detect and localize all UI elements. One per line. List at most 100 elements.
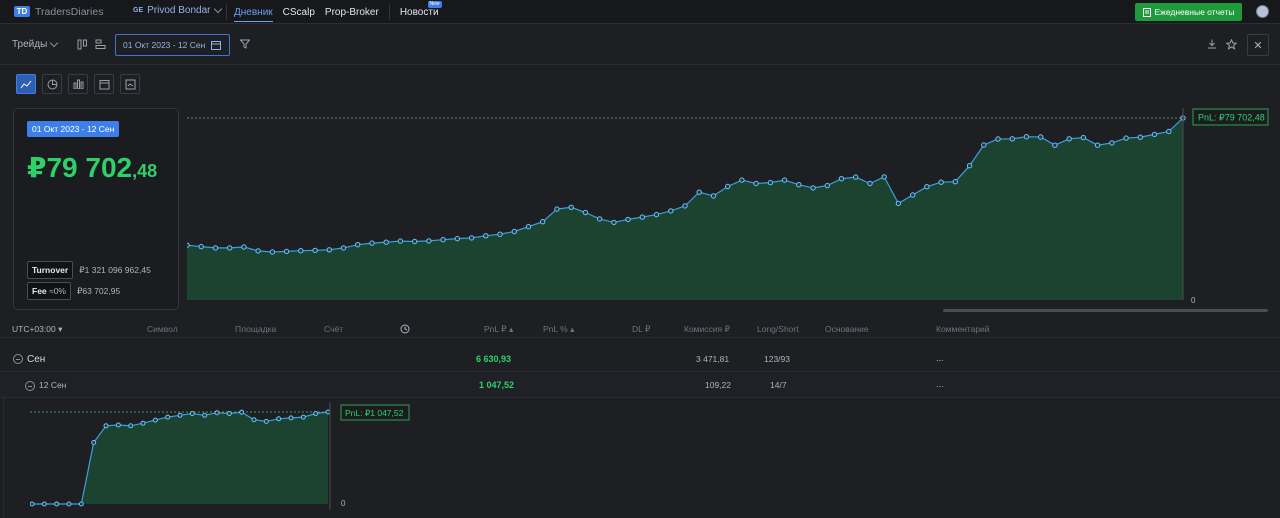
pnl-data-point[interactable] [426, 238, 432, 244]
pnl-data-point[interactable] [511, 228, 517, 235]
day-pnl-data-point[interactable] [66, 501, 72, 507]
col-pnl-pct[interactable]: PnL % ▴ [543, 324, 574, 335]
clock-icon[interactable] [400, 324, 410, 336]
pnl-data-point[interactable] [412, 238, 418, 245]
pnl-data-point[interactable] [483, 233, 489, 239]
pnl-data-point[interactable] [853, 174, 859, 180]
col-comment[interactable]: Комментарий [936, 324, 990, 334]
pnl-data-point[interactable] [1109, 140, 1115, 146]
pnl-data-point[interactable] [1151, 131, 1158, 138]
col-symbol[interactable]: Символ [147, 324, 178, 334]
pnl-data-point[interactable] [895, 200, 902, 207]
date-range-button[interactable]: 01 Окт 2023 - 12 Сен [115, 34, 230, 56]
pnl-data-point[interactable] [1009, 136, 1015, 142]
pnl-data-point[interactable] [596, 216, 603, 222]
close-button[interactable]: ✕ [1247, 34, 1269, 56]
pie-chart-view-icon[interactable] [42, 74, 62, 94]
day-pnl-data-point[interactable] [91, 440, 97, 445]
pnl-data-point[interactable] [653, 211, 660, 218]
pnl-data-point[interactable] [924, 184, 930, 190]
pnl-data-point[interactable] [995, 136, 1001, 142]
pnl-data-point[interactable] [966, 163, 973, 169]
pnl-data-point[interactable] [1123, 135, 1129, 141]
pnl-data-point[interactable] [340, 245, 347, 251]
pnl-data-point[interactable] [611, 219, 617, 226]
pnl-data-point[interactable] [938, 179, 944, 185]
pnl-data-point[interactable] [1166, 128, 1172, 135]
pnl-data-point[interactable] [369, 240, 375, 246]
pnl-data-point[interactable] [198, 243, 204, 250]
pnl-data-point[interactable] [710, 193, 717, 199]
pnl-data-point[interactable] [668, 208, 674, 214]
day-pnl-data-point[interactable] [128, 423, 134, 429]
pnl-data-point[interactable] [824, 182, 830, 189]
pnl-data-point[interactable] [952, 179, 958, 185]
pnl-data-point[interactable] [269, 249, 276, 255]
timezone-selector[interactable]: UTC+03:00 ▾ [12, 324, 62, 335]
day-pnl-data-point[interactable] [263, 418, 269, 424]
day-pnl-data-point[interactable] [177, 412, 183, 418]
day-pnl-data-point[interactable] [115, 422, 121, 428]
row-comment[interactable]: ... [936, 379, 944, 389]
pnl-data-point[interactable] [1094, 142, 1101, 148]
pnl-data-point[interactable] [312, 247, 318, 254]
pnl-data-point[interactable] [283, 248, 290, 255]
pnl-data-point[interactable] [753, 180, 759, 187]
pnl-data-point[interactable] [525, 224, 532, 230]
col-reason[interactable]: Основание [825, 324, 869, 334]
nav-prop-broker[interactable]: Prop-Broker [325, 0, 379, 24]
pnl-data-point[interactable] [582, 209, 589, 216]
day-pnl-data-point[interactable] [288, 415, 294, 421]
daily-reports-button[interactable]: Ежедневные отчеты [1135, 3, 1242, 21]
pnl-data-point[interactable] [1066, 136, 1072, 142]
pnl-data-point[interactable] [639, 214, 645, 220]
bar-chart-view-icon[interactable] [68, 74, 88, 94]
pnl-data-point[interactable] [554, 206, 560, 212]
day-pnl-data-point[interactable] [226, 411, 232, 416]
pnl-data-point[interactable] [696, 189, 702, 195]
pnl-data-point[interactable] [397, 238, 404, 244]
pnl-data-point[interactable] [187, 242, 190, 248]
day-pnl-data-point[interactable] [140, 420, 146, 426]
day-pnl-data-point[interactable] [189, 411, 195, 416]
day-pnl-data-point[interactable] [239, 409, 245, 415]
pnl-data-point[interactable] [725, 183, 731, 190]
account-selector[interactable]: GE Privod Bondar [133, 4, 222, 16]
columns-icon[interactable] [77, 38, 88, 50]
pnl-data-point[interactable] [838, 176, 845, 182]
day-pnl-data-point[interactable] [41, 501, 47, 507]
day-pnl-data-point[interactable] [152, 417, 158, 423]
calendar-view-icon[interactable] [94, 74, 114, 94]
pnl-data-point[interactable] [1080, 134, 1087, 141]
pnl-data-point[interactable] [1137, 134, 1143, 140]
pnl-data-point[interactable] [1038, 134, 1044, 140]
line-chart-view-icon[interactable] [16, 74, 36, 94]
pnl-data-point[interactable] [355, 242, 361, 248]
day-pnl-data-point[interactable] [103, 423, 109, 429]
table-row[interactable]: Сен 6 630,93 3 471,81 123/93 ... [0, 348, 1280, 372]
pnl-data-point[interactable] [1052, 142, 1058, 148]
trades-dropdown[interactable]: Трейды [12, 38, 59, 50]
pnl-data-point[interactable] [383, 239, 389, 245]
pnl-data-point[interactable] [781, 177, 788, 183]
pnl-data-point[interactable] [568, 204, 574, 211]
nav-diary[interactable]: Дневник [234, 0, 273, 24]
pnl-data-point[interactable] [241, 244, 247, 250]
pnl-data-point[interactable] [867, 180, 873, 187]
pnl-data-point[interactable] [298, 248, 304, 254]
day-pnl-data-point[interactable] [325, 409, 331, 415]
day-pnl-data-point[interactable] [202, 412, 208, 418]
pnl-data-point[interactable] [497, 231, 503, 237]
pnl-data-point[interactable] [625, 216, 631, 223]
pnl-data-point[interactable] [796, 182, 802, 188]
table-row[interactable]: 12 Сен 1 047,52 109,22 14/7 ... [0, 374, 1280, 398]
pnl-data-point[interactable] [227, 245, 233, 251]
col-pnl-rub[interactable]: PnL ₽ ▴ [484, 324, 513, 335]
nav-cscalp[interactable]: CScalp [283, 0, 315, 24]
day-pnl-data-point[interactable] [165, 414, 171, 420]
pnl-data-point[interactable] [981, 142, 987, 148]
logo[interactable]: TD TradersDiaries [14, 6, 103, 18]
collapse-icon[interactable] [13, 354, 23, 365]
filter-icon[interactable] [239, 38, 250, 50]
col-commission[interactable]: Комиссия ₽ [684, 324, 730, 335]
